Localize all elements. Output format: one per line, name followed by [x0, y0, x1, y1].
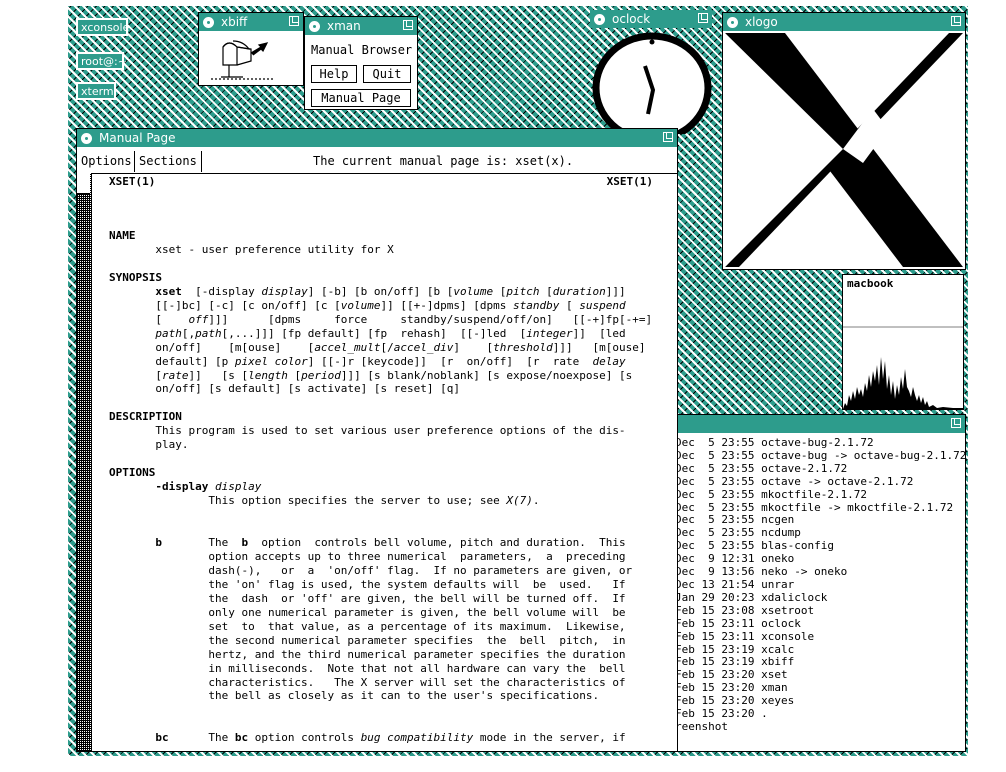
mailbox-icon[interactable]	[203, 35, 281, 81]
xterm-titlebar[interactable]	[673, 415, 965, 433]
help-button[interactable]: Help	[311, 65, 357, 83]
manual-page-window: Manual Page Options Sections The current…	[76, 128, 678, 752]
xman-title: xman	[327, 19, 361, 33]
terminal-line: Jan 29 20:23 xdaliclock	[675, 590, 828, 604]
manual-menubar: Options Sections The current manual page…	[77, 151, 677, 174]
xlogo-window: xlogo	[722, 12, 966, 270]
clock-face-icon	[592, 32, 712, 134]
xload-hostname: macbook	[847, 277, 894, 290]
maximize-icon[interactable]	[403, 20, 413, 30]
sections-menu[interactable]: Sections	[135, 151, 202, 172]
oclock-titlebar[interactable]: oclock	[590, 10, 712, 28]
maximize-icon[interactable]	[951, 418, 961, 428]
terminal-line: reenshot	[675, 719, 728, 733]
terminal-line: Feb 15 23:11 xconsole	[675, 629, 815, 643]
xconsole-icon[interactable]: xconsole	[76, 18, 129, 36]
options-menu[interactable]: Options	[79, 151, 135, 172]
x-logo-icon	[725, 33, 963, 267]
manual-page-button[interactable]: Manual Page	[311, 89, 411, 107]
terminal-line: Dec 5 23:55 octave-bug -> octave-bug-2.1…	[675, 448, 965, 462]
xlogo-titlebar[interactable]: xlogo	[723, 13, 965, 31]
xterm-icon[interactable]: xterm	[76, 82, 116, 100]
xbiff-window: xbiff	[198, 12, 304, 86]
xlogo-title: xlogo	[745, 15, 778, 29]
man-header-left: XSET(1)	[109, 175, 156, 188]
manual-page-titlebar[interactable]: Manual Page	[77, 129, 677, 147]
terminal-lines: Dec 5 23:55 octave-bug-2.1.72 Dec 5 23:55…	[675, 436, 965, 734]
xbiff-titlebar[interactable]: xbiff	[199, 13, 303, 31]
oclock-window: oclock	[590, 10, 712, 134]
current-page-label: The current manual page is: xset(x).	[313, 154, 574, 168]
manual-content: XSET(1) XSET(1) NAME xset - user prefere…	[105, 173, 677, 751]
xload-window: macbook	[842, 274, 964, 410]
scrollbar-thumb[interactable]	[77, 173, 90, 194]
window-menu-icon[interactable]	[309, 21, 320, 32]
terminal-output[interactable]: Dec 5 23:55 octave-bug-2.1.72 Dec 5 23:55…	[673, 435, 965, 751]
maximize-icon[interactable]	[951, 16, 961, 26]
quit-button[interactable]: Quit	[363, 65, 411, 83]
terminal-line: Feb 15 23:20 .	[675, 707, 768, 721]
window-menu-icon[interactable]	[81, 133, 92, 144]
maximize-icon[interactable]	[289, 16, 299, 26]
root-terminal-icon[interactable]: root@:~	[76, 52, 127, 70]
xterm-window: Dec 5 23:55 octave-bug-2.1.72 Dec 5 23:55…	[672, 414, 966, 752]
terminal-line: Dec 5 23:55 mkoctfile-2.1.72	[675, 487, 868, 501]
terminal-line: Dec 5 23:55 octave-bug-2.1.72	[675, 436, 874, 449]
man-text: NAME xset - user preference utility for …	[109, 229, 653, 745]
load-graph	[843, 326, 963, 409]
maximize-icon[interactable]	[698, 13, 708, 23]
window-menu-icon[interactable]	[203, 17, 214, 28]
xbiff-title: xbiff	[221, 15, 248, 29]
terminal-line: Dec 13 21:54 unrar	[675, 577, 795, 591]
window-menu-icon[interactable]	[594, 14, 605, 25]
terminal-line: Feb 15 23:11 oclock	[675, 616, 801, 630]
window-menu-icon[interactable]	[727, 17, 738, 28]
man-header-right: XSET(1)	[606, 175, 653, 188]
manual-scrollbar[interactable]	[77, 173, 92, 751]
xman-window: xman Manual Browser Help Quit Manual Pag…	[304, 16, 418, 110]
maximize-icon[interactable]	[663, 132, 673, 142]
oclock-title: oclock	[612, 12, 651, 26]
terminal-line: Feb 15 23:08 xsetroot	[675, 603, 815, 617]
xman-header: Manual Browser	[311, 43, 413, 57]
manual-page-title: Manual Page	[99, 131, 176, 145]
terminal-line: Dec 5 23:55 octave-2.1.72	[675, 461, 848, 475]
terminal-line: Dec 5 23:55 octave -> octave-2.1.72	[675, 474, 914, 488]
xman-titlebar[interactable]: xman	[305, 17, 417, 35]
